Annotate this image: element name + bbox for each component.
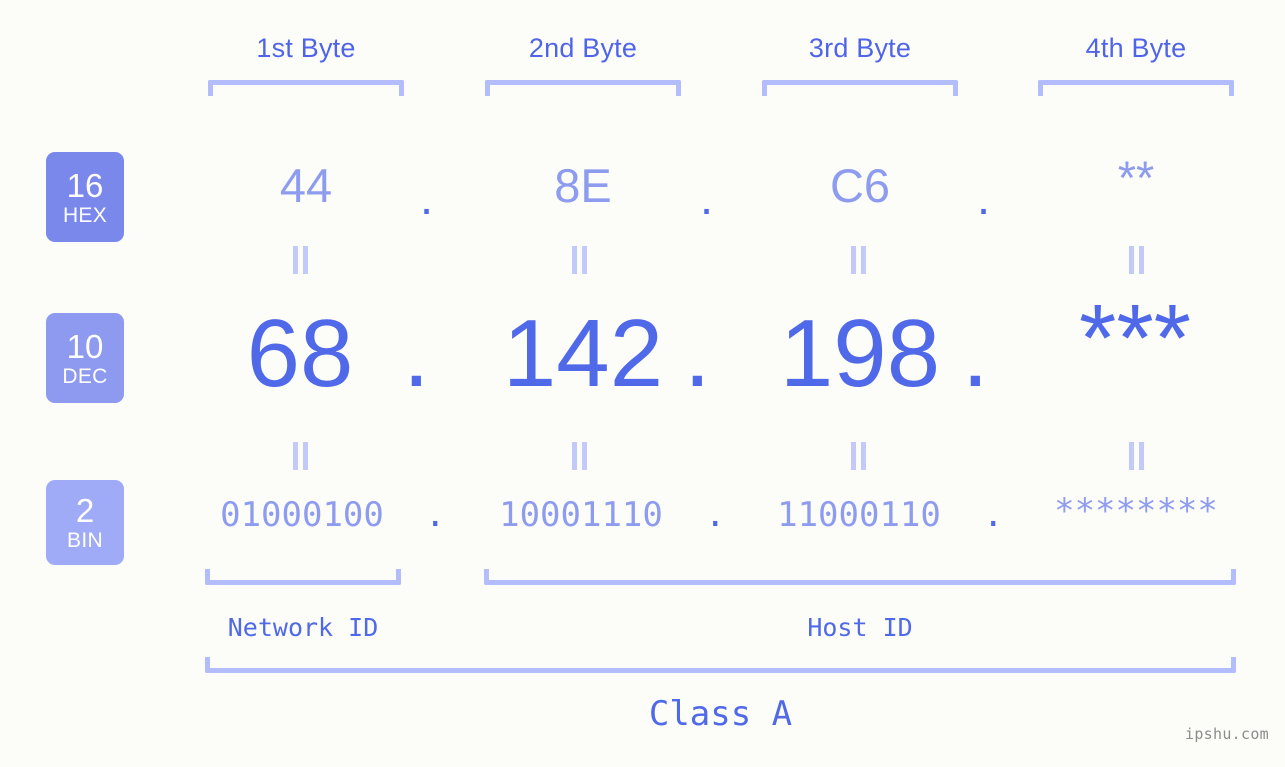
base-badge-bin-name: BIN (67, 529, 103, 552)
bin-separator-3: . (983, 495, 1004, 535)
bin-byte-1: 01000100 (220, 495, 384, 535)
equals-marker-1-4 (1128, 246, 1145, 274)
hex-separator-1: . (420, 171, 434, 224)
hex-byte-4: ** (1117, 151, 1155, 204)
hex-byte-1: 44 (279, 159, 333, 212)
byte-bracket-2 (485, 80, 681, 96)
ip-breakdown-diagram: 1st Byte 2nd Byte 3rd Byte 4th Byte 16 H… (0, 0, 1285, 767)
equals-marker-1-3 (850, 246, 867, 274)
dec-byte-1: 68 (246, 300, 354, 407)
hex-byte-3: C6 (829, 159, 891, 212)
byte-bracket-3 (762, 80, 958, 96)
hex-separator-3: . (977, 171, 991, 224)
equals-marker-2-3 (850, 442, 867, 470)
bin-byte-3: 11000110 (777, 495, 941, 535)
class-bracket (205, 657, 1236, 673)
byte-header-1: 1st Byte (256, 33, 356, 63)
network-id-bracket (205, 569, 401, 585)
byte-bracket-1 (208, 80, 404, 96)
class-label: Class A (648, 694, 793, 734)
byte-header-2: 2nd Byte (528, 33, 638, 63)
bin-separator-2: . (705, 495, 726, 535)
watermark: ipshu.com (1185, 725, 1269, 743)
equals-marker-2-4 (1128, 442, 1145, 470)
hex-byte-2: 8E (554, 159, 612, 212)
bin-byte-2: 10001110 (499, 495, 663, 535)
dec-separator-2: . (684, 300, 711, 407)
dec-separator-3: . (962, 300, 989, 407)
dec-byte-4: *** (1078, 285, 1192, 392)
dec-byte-2: 142 (502, 300, 664, 407)
dec-separator-1: . (403, 300, 430, 407)
base-badge-dec: 10 DEC (46, 313, 124, 403)
byte-header-4: 4th Byte (1085, 33, 1187, 63)
host-id-label: Host ID (807, 613, 913, 642)
dec-byte-3: 198 (779, 300, 941, 407)
host-id-bracket (484, 569, 1236, 585)
bin-byte-4: ******** (1054, 491, 1218, 531)
bin-separator-1: . (425, 495, 446, 535)
network-id-label: Network ID (227, 613, 379, 642)
equals-marker-1-1 (292, 246, 309, 274)
base-badge-hex: 16 HEX (46, 152, 124, 242)
equals-marker-2-1 (292, 442, 309, 470)
byte-bracket-4 (1038, 80, 1234, 96)
hex-separator-2: . (700, 171, 714, 224)
equals-marker-1-2 (571, 246, 588, 274)
base-badge-dec-name: DEC (62, 364, 108, 388)
base-badge-hex-name: HEX (62, 203, 108, 227)
byte-header-3: 3rd Byte (808, 33, 912, 63)
base-badge-hex-number: 16 (66, 166, 104, 204)
equals-marker-2-2 (571, 442, 588, 470)
base-badge-bin-number: 2 (75, 492, 95, 529)
base-badge-dec-number: 10 (66, 327, 104, 365)
base-badge-bin: 2 BIN (46, 480, 124, 565)
